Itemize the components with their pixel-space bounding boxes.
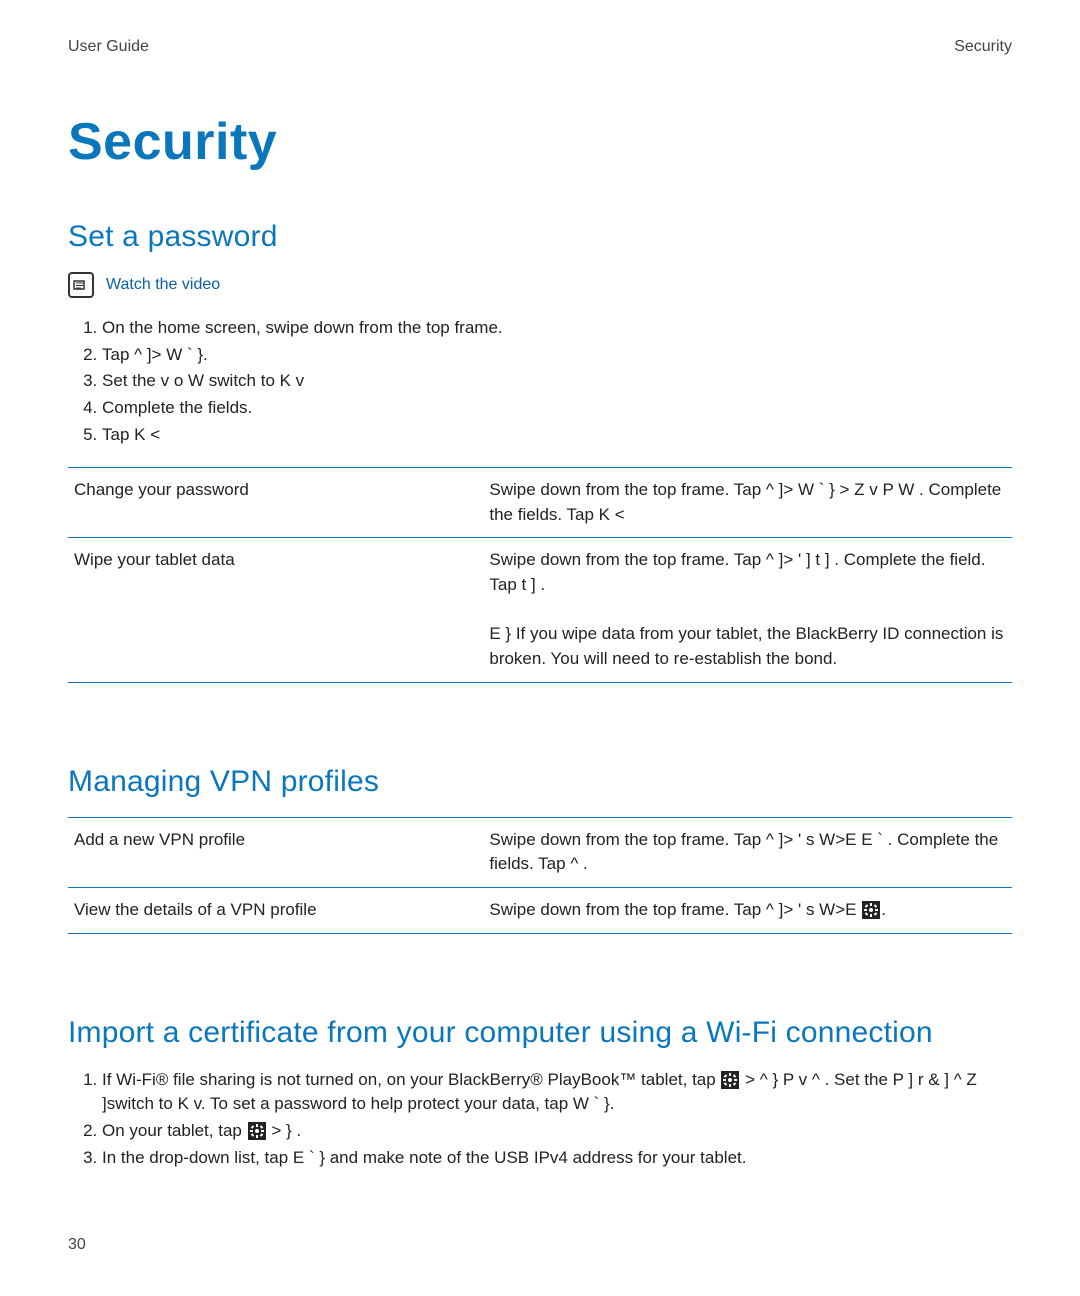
table-cell-text: Swipe down from the top frame. Tap ^ ]> … [489,900,856,919]
table-cell-right: Swipe down from the top frame. Tap ^ ]> … [483,817,1012,887]
table-cell-text: . [881,900,886,919]
table-cell-text: Swipe down from the top frame. Tap ^ ]> … [489,550,985,594]
page-title: Security [68,112,1012,172]
gear-icon [248,1122,266,1140]
table-cell-right: Swipe down from the top frame. Tap ^ ]> … [483,468,1012,538]
step-item: Set the v o W switch to K v [102,369,1012,394]
table-cell-left: Add a new VPN profile [68,817,483,887]
watch-video-row[interactable]: Watch the video [68,272,1012,298]
video-icon [68,272,94,298]
step-item: On the home screen, swipe down from the … [102,316,1012,341]
heading-certificate: Import a certificate from your computer … [68,1016,1012,1050]
step-item: On your tablet, tap > } . [102,1119,1012,1144]
table-cell-right: Swipe down from the top frame. Tap ^ ]> … [483,538,1012,682]
table-row: Add a new VPN profile Swipe down from th… [68,817,1012,887]
vpn-table: Add a new VPN profile Swipe down from th… [68,817,1012,934]
watch-video-link[interactable]: Watch the video [106,276,220,294]
table-row: View the details of a VPN profile Swipe … [68,887,1012,933]
table-row: Wipe your tablet data Swipe down from th… [68,538,1012,682]
step-text: > } . [267,1121,302,1140]
set-password-steps: On the home screen, swipe down from the … [68,316,1012,447]
step-item: Tap K < [102,423,1012,448]
header-right: Security [954,38,1012,56]
table-cell-right: Swipe down from the top frame. Tap ^ ]> … [483,887,1012,933]
table-cell-left: View the details of a VPN profile [68,887,483,933]
step-item: Tap ^ ]> W ` }. [102,343,1012,368]
set-password-table: Change your password Swipe down from the… [68,467,1012,682]
gear-icon [862,901,880,919]
table-row: Change your password Swipe down from the… [68,468,1012,538]
heading-vpn: Managing VPN profiles [68,765,1012,799]
table-cell-left: Change your password [68,468,483,538]
step-item: Complete the fields. [102,396,1012,421]
heading-set-password: Set a password [68,220,1012,254]
step-text: On your tablet, tap [102,1121,247,1140]
header-left: User Guide [68,38,149,56]
gear-icon [721,1071,739,1089]
step-item: In the drop-down list, tap E ` } and mak… [102,1146,1012,1171]
page-header: User Guide Security [68,38,1012,56]
table-cell-left: Wipe your tablet data [68,538,483,682]
step-item: If Wi-Fi® file sharing is not turned on,… [102,1068,1012,1117]
page-number: 30 [68,1236,86,1254]
table-cell-note: E } If you wipe data from your tablet, t… [489,624,1003,668]
certificate-steps: If Wi-Fi® file sharing is not turned on,… [68,1068,1012,1171]
step-text: If Wi-Fi® file sharing is not turned on,… [102,1070,720,1089]
